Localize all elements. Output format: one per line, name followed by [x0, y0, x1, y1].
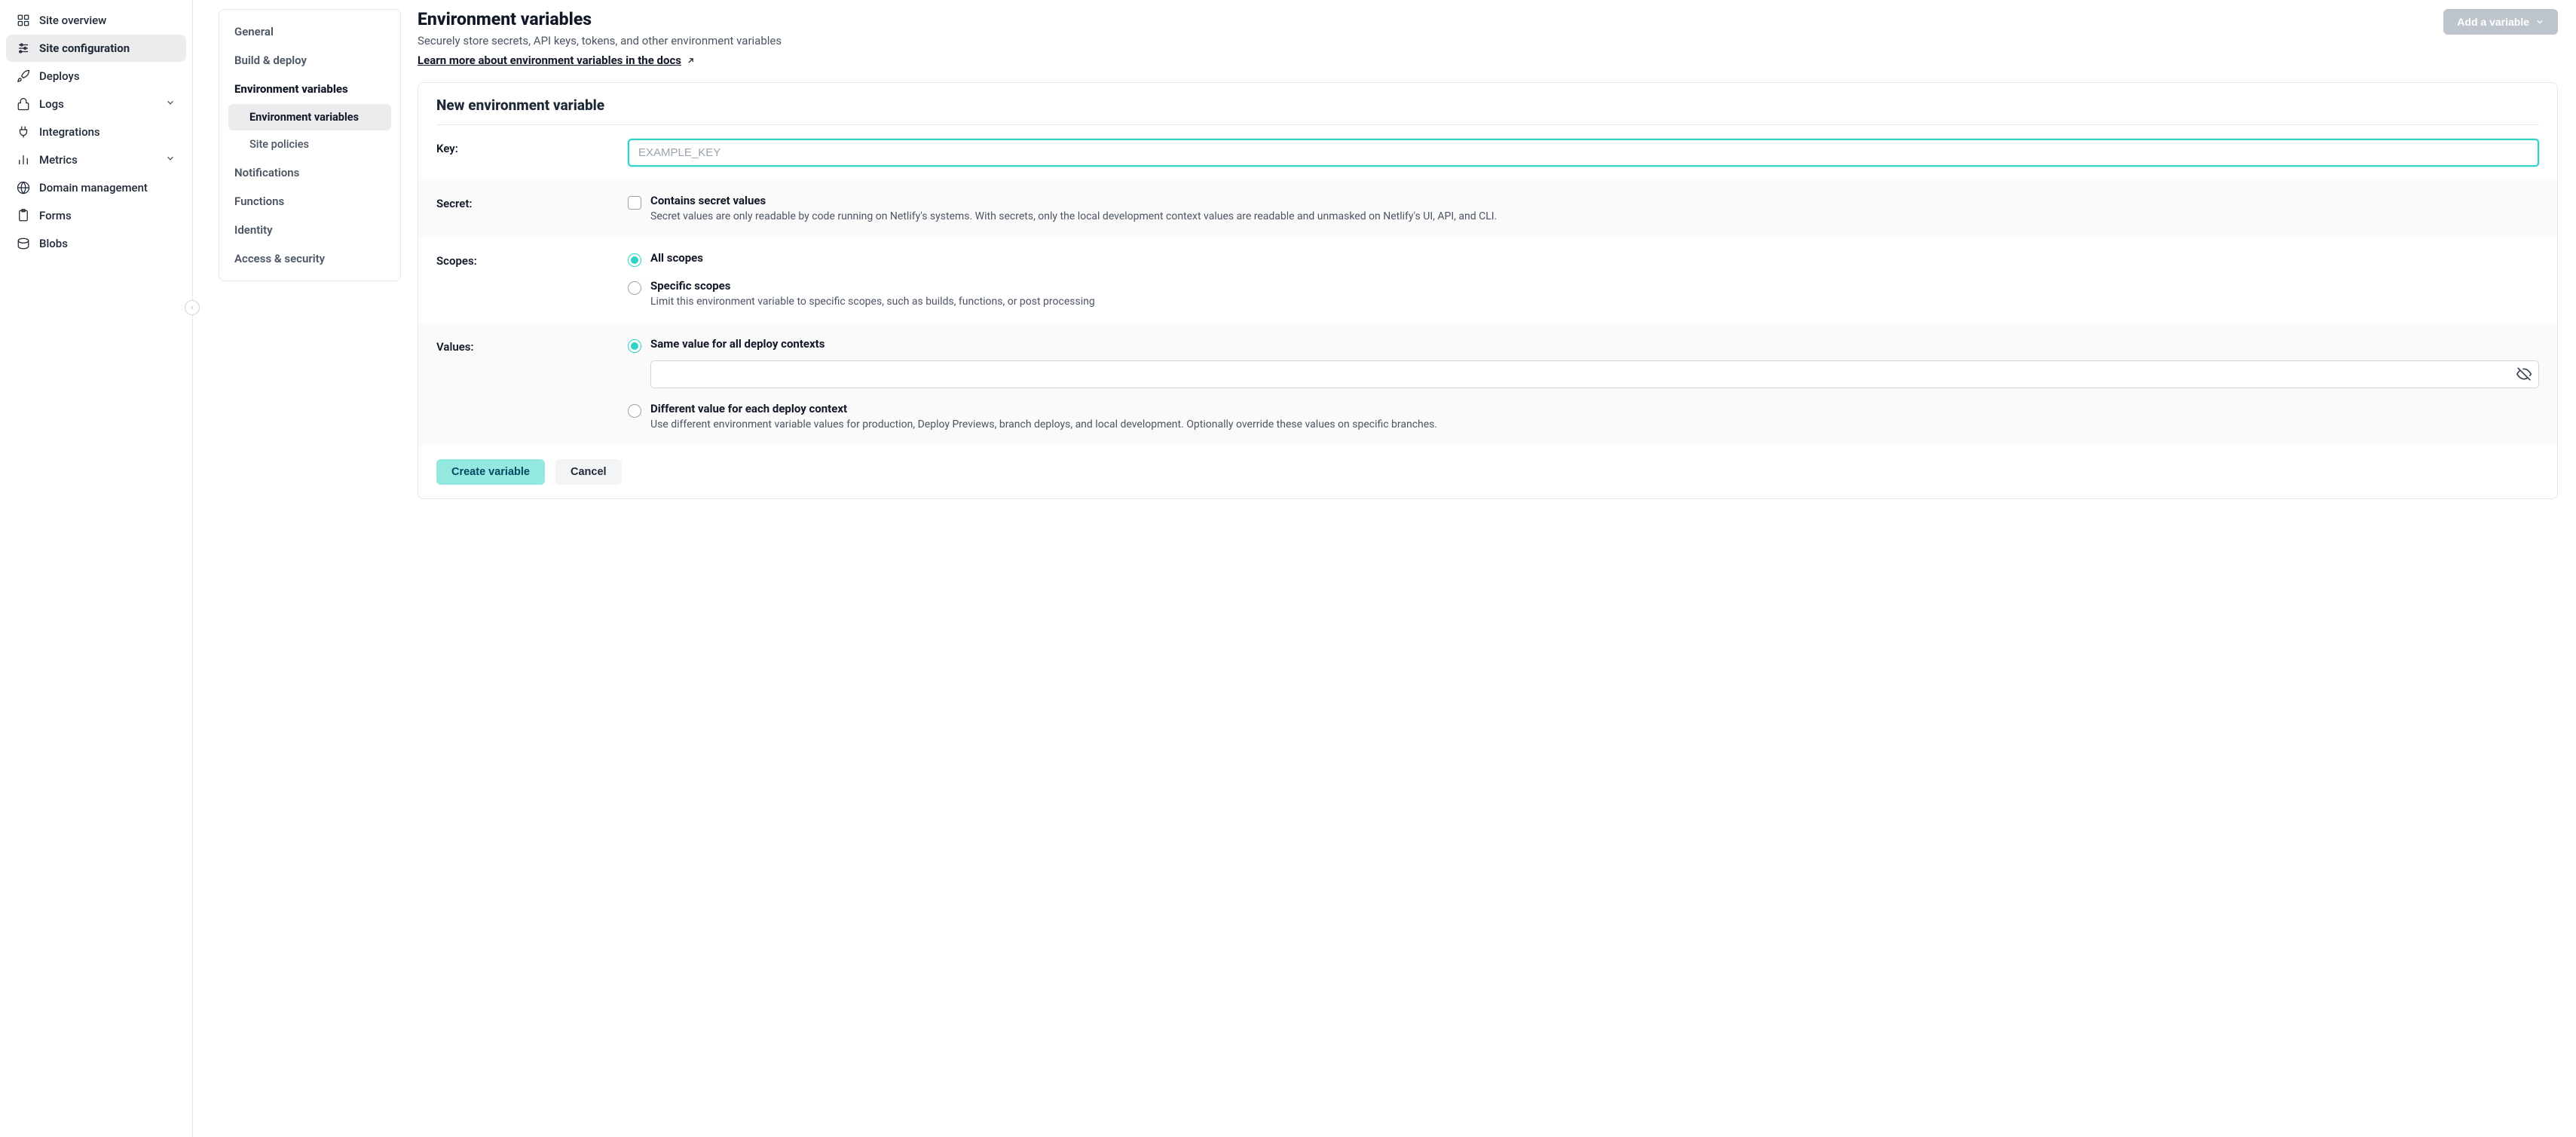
key-row: Key:: [418, 125, 2557, 180]
nav-label: Blobs: [39, 237, 68, 250]
plug-icon: [17, 125, 30, 139]
nav-label: Site overview: [39, 14, 106, 27]
docs-link-label: Learn more about environment variables i…: [418, 54, 681, 67]
nav-deploys[interactable]: Deploys: [6, 63, 186, 90]
secret-checkbox-desc: Secret values are only readable by code …: [650, 209, 1497, 224]
settings-nav-access-security[interactable]: Access & security: [224, 244, 396, 273]
database-icon: [17, 237, 30, 250]
values-row: Values: Same value for all deploy contex…: [418, 323, 2557, 446]
main-content: Environment variables Securely store sec…: [418, 9, 2576, 1137]
scope-specific-desc: Limit this environment variable to speci…: [650, 294, 1095, 309]
nav-label: Deploys: [39, 69, 80, 83]
nav-blobs[interactable]: Blobs: [6, 230, 186, 257]
values-diff-desc: Use different environment variable value…: [650, 417, 1437, 432]
settings-nav-general[interactable]: General: [224, 17, 396, 46]
grid-icon: [17, 14, 30, 27]
chevron-down-icon: [2535, 17, 2544, 26]
scope-all-label: All scopes: [650, 251, 703, 265]
value-input[interactable]: [650, 360, 2539, 388]
new-variable-card: New environment variable Key: Secret: Co…: [418, 82, 2558, 499]
nav-label: Logs: [39, 97, 64, 111]
values-diff-radio[interactable]: [628, 404, 641, 418]
nav-logs[interactable]: Logs: [6, 90, 186, 118]
nav-label: Integrations: [39, 125, 100, 139]
values-diff-label: Different value for each deploy context: [650, 402, 1437, 415]
scope-all-radio[interactable]: [628, 253, 641, 267]
docs-link[interactable]: Learn more about environment variables i…: [418, 54, 696, 67]
add-variable-button[interactable]: Add a variable: [2443, 9, 2558, 35]
nav-site-overview[interactable]: Site overview: [6, 7, 186, 34]
sliders-icon: [17, 41, 30, 55]
logs-icon: [17, 97, 30, 111]
scope-specific-label: Specific scopes: [650, 279, 1095, 293]
create-variable-button[interactable]: Create variable: [436, 459, 545, 485]
key-label: Key:: [436, 139, 610, 167]
eye-off-icon: [2516, 366, 2532, 382]
clipboard-icon: [17, 209, 30, 222]
settings-sidebar: General Build & deploy Environment varia…: [219, 9, 401, 281]
secret-checkbox[interactable]: [628, 196, 641, 210]
bar-chart-icon: [17, 153, 30, 167]
settings-nav-build-deploy[interactable]: Build & deploy: [224, 46, 396, 75]
scopes-label: Scopes:: [436, 251, 610, 309]
values-label: Values:: [436, 337, 610, 432]
card-title: New environment variable: [418, 83, 2557, 124]
toggle-visibility-button[interactable]: [2516, 366, 2532, 382]
chevron-down-icon: [165, 97, 176, 111]
settings-nav-notifications[interactable]: Notifications: [224, 158, 396, 187]
settings-subnav-environment-variables[interactable]: Environment variables: [228, 104, 391, 130]
sidebar-collapse-button[interactable]: [185, 300, 200, 315]
add-variable-label: Add a variable: [2457, 16, 2529, 28]
nav-integrations[interactable]: Integrations: [6, 118, 186, 146]
chevron-down-icon: [165, 153, 176, 167]
secret-row: Secret: Contains secret values Secret va…: [418, 180, 2557, 238]
nav-domain-management[interactable]: Domain management: [6, 174, 186, 201]
page-subtitle: Securely store secrets, API keys, tokens…: [418, 34, 782, 48]
settings-subnav-site-policies[interactable]: Site policies: [228, 131, 391, 158]
primary-sidebar: Site overview Site configuration Deploys…: [0, 0, 193, 1137]
settings-nav-functions[interactable]: Functions: [224, 187, 396, 216]
nav-label: Domain management: [39, 181, 148, 195]
values-same-radio[interactable]: [628, 339, 641, 353]
scopes-row: Scopes: All scopes Specific scopes Limit…: [418, 238, 2557, 323]
secret-checkbox-title: Contains secret values: [650, 194, 1497, 207]
globe-icon: [17, 181, 30, 195]
rocket-icon: [17, 69, 30, 83]
settings-nav-identity[interactable]: Identity: [224, 216, 396, 244]
secret-label: Secret:: [436, 194, 610, 224]
page-header: Environment variables Securely store sec…: [418, 9, 2558, 67]
nav-label: Metrics: [39, 153, 78, 167]
values-same-label: Same value for all deploy contexts: [650, 337, 825, 351]
nav-forms[interactable]: Forms: [6, 202, 186, 229]
key-input[interactable]: [628, 139, 2539, 167]
page-title: Environment variables: [418, 9, 782, 29]
external-link-icon: [686, 56, 696, 66]
nav-site-configuration[interactable]: Site configuration: [6, 35, 186, 62]
nav-metrics[interactable]: Metrics: [6, 146, 186, 173]
card-footer: Create variable Cancel: [418, 446, 2557, 498]
settings-nav-environment-variables[interactable]: Environment variables: [224, 75, 396, 103]
nav-label: Site configuration: [39, 41, 130, 55]
scope-specific-radio[interactable]: [628, 281, 641, 295]
nav-label: Forms: [39, 209, 72, 222]
cancel-button[interactable]: Cancel: [555, 459, 622, 485]
